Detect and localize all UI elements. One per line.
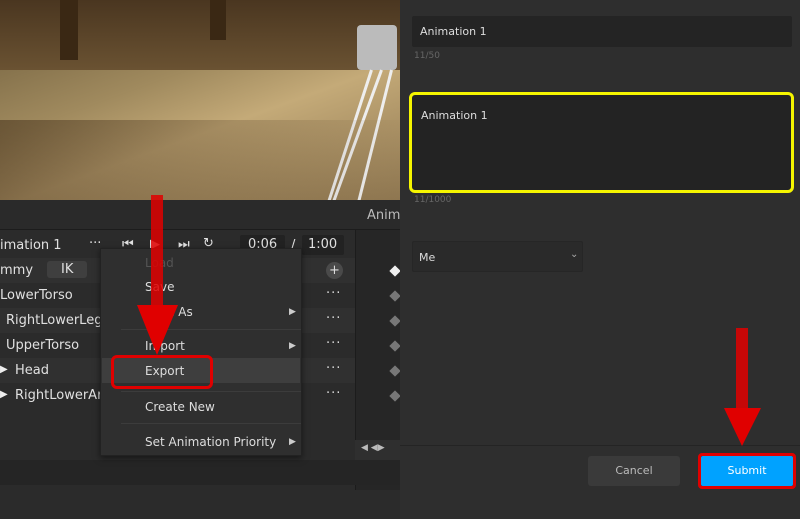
submit-button[interactable]: Submit xyxy=(701,456,793,486)
track-options-button[interactable]: ··· xyxy=(326,286,341,301)
submenu-arrow-icon: ▶ xyxy=(289,437,296,447)
expand-arrow-icon[interactable]: ▶ xyxy=(0,389,8,400)
title-value: Animation 1 xyxy=(420,25,487,38)
export-annotation-box xyxy=(111,355,213,389)
menu-separator xyxy=(121,391,301,392)
description-char-count: 11/1000 xyxy=(414,195,452,205)
submenu-arrow-icon: ▶ xyxy=(289,341,296,351)
track-label: LowerTorso xyxy=(0,288,73,303)
total-time: 1:00 xyxy=(308,237,338,252)
menu-item-set-animation-priority[interactable]: Set Animation Priority xyxy=(145,435,276,449)
description-value: Animation 1 xyxy=(421,109,488,122)
annotation-arrow-icon xyxy=(137,195,178,355)
track-options-button[interactable]: ··· xyxy=(326,386,341,401)
3d-viewport[interactable] xyxy=(0,0,400,200)
track-label: UpperTorso xyxy=(6,338,80,353)
track-label: RightLowerLeg xyxy=(6,313,103,328)
cancel-button[interactable]: Cancel xyxy=(588,456,680,486)
creator-selected: Me xyxy=(419,251,436,264)
menu-separator xyxy=(121,423,301,424)
submenu-arrow-icon: ▶ xyxy=(289,307,296,317)
editor-header: Anima xyxy=(0,200,408,230)
track-label: Head xyxy=(15,363,49,378)
track-options-button[interactable]: ··· xyxy=(326,361,341,376)
expand-arrow-icon[interactable]: ▶ xyxy=(0,364,8,375)
animation-name: imation 1 xyxy=(0,238,62,253)
add-track-icon[interactable]: + xyxy=(326,262,343,279)
total-time-input[interactable]: 1:00 xyxy=(302,235,344,255)
track-options-button[interactable]: ··· xyxy=(326,311,341,326)
track-options-button[interactable]: ··· xyxy=(326,336,341,351)
ik-button[interactable]: IK xyxy=(47,261,88,278)
rig-name: mmy xyxy=(0,263,34,278)
timeline-scroll[interactable]: ◀ ◀▶ xyxy=(355,440,400,460)
title-char-count: 11/50 xyxy=(414,51,440,61)
description-input[interactable]: Animation 1 xyxy=(409,92,794,193)
title-input[interactable]: Animation 1 xyxy=(412,16,792,47)
animation-context-menu: Load Save Save As ▶ Import ▶ Export Crea… xyxy=(100,248,302,456)
track-label: RightLowerArı xyxy=(15,388,107,403)
chevron-down-icon: ⌄ xyxy=(570,249,579,260)
annotation-arrow-icon xyxy=(724,328,761,446)
status-bar xyxy=(0,460,400,485)
menu-item-create-new[interactable]: Create New xyxy=(145,400,215,414)
export-dialog: Animation 1 11/50 Animation 1 11/1000 Me… xyxy=(400,0,800,519)
creator-dropdown[interactable]: Me ⌄ xyxy=(412,241,583,272)
